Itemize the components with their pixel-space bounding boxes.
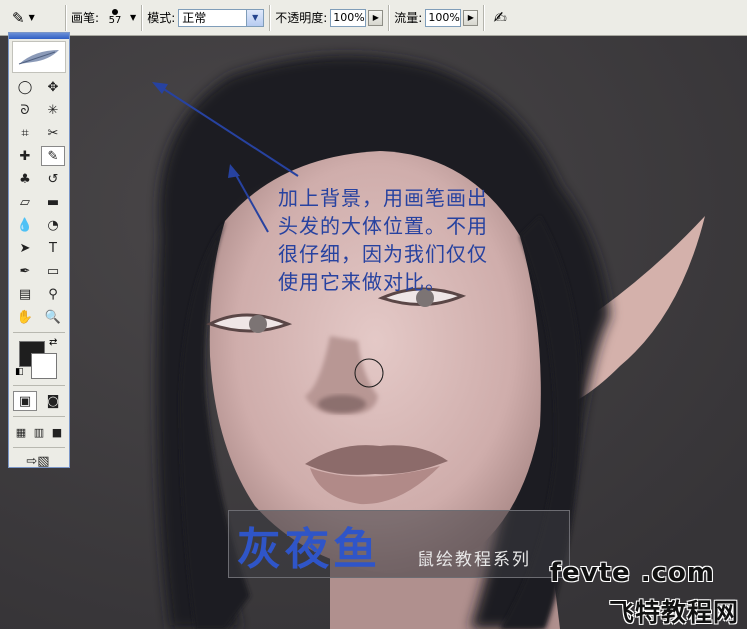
separator bbox=[269, 4, 271, 31]
separator bbox=[65, 4, 66, 31]
chevron-down-icon: ▼ bbox=[28, 13, 35, 22]
chevron-down-icon[interactable]: ▼ bbox=[130, 13, 136, 22]
type-tool-button[interactable]: T bbox=[41, 238, 65, 258]
brush-tool-button[interactable]: ✎ bbox=[41, 146, 65, 166]
annotation-line: 头发的大体位置。不用 bbox=[278, 214, 488, 238]
quick-mask-button[interactable]: ◙ bbox=[41, 391, 65, 411]
marquee-tool-icon: ◯ bbox=[17, 79, 33, 95]
watermark-site-name: 飞特教程网 bbox=[608, 598, 739, 627]
brush-size: 57 bbox=[108, 15, 122, 26]
separator bbox=[13, 447, 65, 448]
separator bbox=[141, 4, 143, 31]
dodge-tool-button[interactable]: ◔ bbox=[41, 215, 65, 235]
healing-brush-tool-button[interactable]: ✚ bbox=[13, 146, 37, 166]
signature-box: 灰夜鱼 鼠绘教程系列 bbox=[228, 510, 570, 578]
brush-label: 画笔: bbox=[71, 11, 100, 25]
lasso-tool-button[interactable]: ᘐ bbox=[13, 100, 37, 120]
airbrush-icon[interactable]: ✍ bbox=[493, 8, 506, 27]
flow-input[interactable]: 100% bbox=[425, 8, 462, 27]
standard-screen-icon[interactable]: ▦ bbox=[13, 422, 29, 442]
separator bbox=[13, 416, 65, 417]
mode-select[interactable]: 正常 ▼ bbox=[178, 8, 265, 27]
color-swatches: ⇄ ◧ bbox=[13, 337, 65, 381]
pen-tool-button[interactable]: ✒ bbox=[13, 261, 37, 281]
toolbox-panel: ◯ ✥ ᘐ ✳ ⌗ ✂ ✚ ✎ ♣ ↺ ▱ ▬ 💧 ◔ ➤ T ✒ ▭ ▤ ⚲ ✋ 🔍 ⇄ ◧ ▣ ◙ ▦ ▥ ■ ⇨▧ bbox=[8, 32, 70, 471]
opacity-slider-button[interactable]: ▶ bbox=[368, 9, 384, 26]
hand-tool-icon: ✋ bbox=[16, 309, 34, 325]
annotation-line: 使用它来做对比。 bbox=[278, 270, 446, 294]
separator bbox=[13, 385, 65, 386]
eyedropper-tool-button[interactable]: ⚲ bbox=[41, 284, 65, 304]
shape-tool-icon: ▭ bbox=[46, 263, 60, 279]
blur-tool-icon: 💧 bbox=[16, 217, 34, 233]
flow-slider-button[interactable]: ▶ bbox=[463, 9, 479, 26]
signature-title: 灰夜鱼 bbox=[237, 524, 381, 575]
tool-preset-picker[interactable]: ✎ ▼ bbox=[12, 9, 60, 27]
toolbox-titlebar[interactable] bbox=[9, 33, 69, 39]
dodge-tool-icon: ◔ bbox=[47, 217, 59, 233]
zoom-tool-icon: 🔍 bbox=[44, 309, 62, 325]
brush-picker[interactable]: 57 bbox=[104, 9, 126, 26]
eraser-tool-button[interactable]: ▱ bbox=[13, 192, 37, 212]
crop-tool-button[interactable]: ⌗ bbox=[13, 123, 37, 143]
feather-logo-icon[interactable] bbox=[12, 41, 66, 73]
lasso-tool-icon: ᘐ bbox=[20, 102, 30, 118]
jump-to-imageready-button[interactable]: ⇨▧ bbox=[15, 451, 61, 471]
crop-tool-icon: ⌗ bbox=[21, 125, 29, 141]
flow-label: 流量: bbox=[394, 11, 423, 25]
magic-wand-tool-icon: ✳ bbox=[47, 102, 59, 118]
watermark-url: fevte .com bbox=[549, 558, 715, 588]
history-brush-tool-button[interactable]: ↺ bbox=[41, 169, 65, 189]
slice-tool-icon: ✂ bbox=[47, 125, 59, 141]
background-color-swatch[interactable] bbox=[31, 353, 57, 379]
opacity-label: 不透明度: bbox=[275, 11, 328, 25]
hand-tool-button[interactable]: ✋ bbox=[13, 307, 37, 327]
type-tool-icon: T bbox=[49, 240, 57, 256]
chevron-down-icon[interactable]: ▼ bbox=[246, 9, 264, 26]
eraser-tool-icon: ▱ bbox=[20, 194, 30, 210]
full-screen-icon[interactable]: ■ bbox=[49, 422, 65, 442]
marquee-tool-button[interactable]: ◯ bbox=[13, 77, 37, 97]
eyedropper-tool-icon: ⚲ bbox=[48, 286, 58, 302]
separator bbox=[483, 4, 485, 31]
move-tool-button[interactable]: ✥ bbox=[41, 77, 65, 97]
move-tool-icon: ✥ bbox=[47, 79, 59, 95]
annotation-line: 加上背景，用画笔画出 bbox=[278, 186, 488, 210]
mask-mode-buttons: ▣ ◙ bbox=[9, 389, 69, 413]
slice-tool-button[interactable]: ✂ bbox=[41, 123, 65, 143]
clone-stamp-tool-icon: ♣ bbox=[19, 171, 31, 187]
gradient-tool-icon: ▬ bbox=[46, 194, 60, 210]
standard-mode-button[interactable]: ▣ bbox=[13, 391, 37, 411]
notes-tool-button[interactable]: ▤ bbox=[13, 284, 37, 304]
zoom-tool-button[interactable]: 🔍 bbox=[41, 307, 65, 327]
annotation-line: 很仔细，因为我们仅仅 bbox=[278, 242, 488, 266]
signature-subtitle: 鼠绘教程系列 bbox=[417, 550, 531, 570]
options-bar: ✎ ▼ 画笔: 57 ▼ 模式: 正常 ▼ 不透明度: 100% ▶ 流量: 1… bbox=[0, 0, 747, 36]
tool-grid: ◯ ✥ ᘐ ✳ ⌗ ✂ ✚ ✎ ♣ ↺ ▱ ▬ 💧 ◔ ➤ T ✒ ▭ ▤ ⚲ ✋ 🔍 bbox=[9, 75, 69, 329]
annotation-text: 加上背景，用画笔画出 头发的大体位置。不用 很仔细，因为我们仅仅 使用它来做对比… bbox=[278, 184, 558, 296]
notes-tool-icon: ▤ bbox=[18, 286, 32, 302]
mode-label: 模式: bbox=[147, 11, 176, 25]
clone-stamp-tool-button[interactable]: ♣ bbox=[13, 169, 37, 189]
mode-value: 正常 bbox=[182, 11, 207, 25]
path-selection-tool-button[interactable]: ➤ bbox=[13, 238, 37, 258]
swap-colors-icon[interactable]: ⇄ bbox=[49, 337, 57, 348]
path-selection-tool-icon: ➤ bbox=[19, 240, 31, 256]
screen-mode-buttons: ▦ ▥ ■ bbox=[9, 420, 69, 444]
opacity-input[interactable]: 100% bbox=[330, 8, 367, 27]
pen-tool-icon: ✒ bbox=[19, 263, 31, 279]
full-screen-menu-icon[interactable]: ▥ bbox=[31, 422, 47, 442]
history-brush-tool-icon: ↺ bbox=[47, 171, 59, 187]
brush-icon: ✎ bbox=[12, 8, 25, 27]
separator bbox=[388, 4, 390, 31]
gradient-tool-button[interactable]: ▬ bbox=[41, 192, 65, 212]
default-colors-icon[interactable]: ◧ bbox=[15, 367, 24, 377]
separator bbox=[13, 332, 65, 333]
blur-tool-button[interactable]: 💧 bbox=[13, 215, 37, 235]
shape-tool-button[interactable]: ▭ bbox=[41, 261, 65, 281]
magic-wand-tool-button[interactable]: ✳ bbox=[41, 100, 65, 120]
healing-brush-tool-icon: ✚ bbox=[19, 148, 31, 164]
brush-tool-icon: ✎ bbox=[47, 148, 59, 164]
